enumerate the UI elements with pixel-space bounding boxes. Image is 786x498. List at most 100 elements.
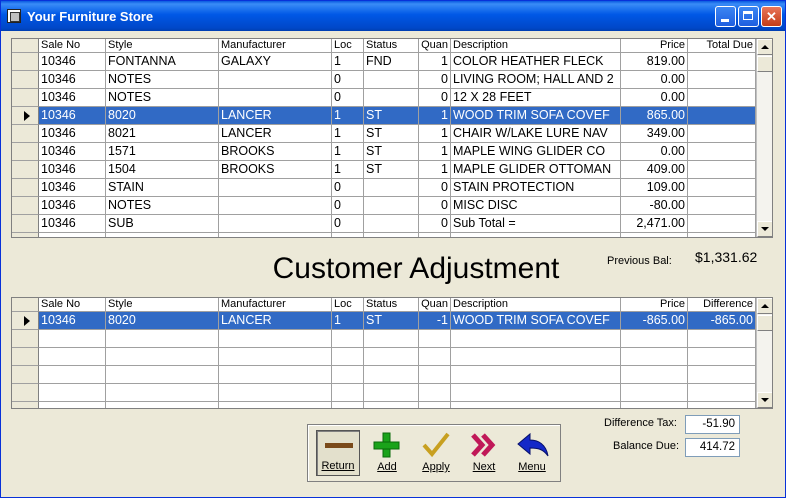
cell-style[interactable]: 8021 bbox=[106, 125, 219, 143]
cell-sale-no[interactable]: 10346 bbox=[39, 89, 106, 107]
cell-description[interactable]: MAPLE GLIDER OTTOMAN bbox=[451, 161, 621, 179]
column-header-description[interactable]: Description bbox=[451, 39, 621, 53]
cell-quan[interactable] bbox=[419, 384, 451, 402]
cell-loc[interactable]: 1 bbox=[332, 312, 364, 330]
column-header-status[interactable]: Status bbox=[364, 39, 419, 53]
cell-manufacturer[interactable] bbox=[219, 384, 332, 402]
cell-total-due[interactable] bbox=[688, 89, 756, 107]
cell-manufacturer[interactable] bbox=[219, 89, 332, 107]
cell-style[interactable]: SUB bbox=[106, 215, 219, 233]
cell-manufacturer[interactable] bbox=[219, 233, 332, 237]
cell-description[interactable]: MAPLE WING GLIDER CO bbox=[451, 143, 621, 161]
cell-status[interactable] bbox=[364, 215, 419, 233]
cell-price[interactable]: 819.00 bbox=[621, 53, 688, 71]
cell-manufacturer[interactable]: LANCER bbox=[219, 107, 332, 125]
cell-total-due[interactable] bbox=[688, 215, 756, 233]
cell-description[interactable] bbox=[451, 384, 621, 402]
cell-style[interactable]: NOTES bbox=[106, 89, 219, 107]
cell-description[interactable]: 12 X 28 FEET bbox=[451, 89, 621, 107]
cell-description[interactable] bbox=[451, 348, 621, 366]
cell-status[interactable]: ST bbox=[364, 143, 419, 161]
cell-status[interactable] bbox=[364, 366, 419, 384]
cell-style[interactable]: 8020 bbox=[106, 312, 219, 330]
scroll-up-button[interactable] bbox=[757, 298, 772, 314]
cell-sale-no[interactable]: 10346 bbox=[39, 143, 106, 161]
cell-status[interactable]: ST bbox=[364, 312, 419, 330]
cell-manufacturer[interactable] bbox=[219, 402, 332, 408]
cell-status[interactable] bbox=[364, 89, 419, 107]
scroll-down-button[interactable] bbox=[757, 221, 772, 237]
cell-status[interactable] bbox=[364, 384, 419, 402]
cell-loc[interactable]: 1 bbox=[332, 107, 364, 125]
cell-difference[interactable] bbox=[688, 348, 756, 366]
row-selector[interactable] bbox=[12, 53, 39, 71]
cell-price[interactable]: 0.00 bbox=[621, 71, 688, 89]
cell-price[interactable]: -80.00 bbox=[621, 197, 688, 215]
cell-quan[interactable]: 0 bbox=[419, 71, 451, 89]
cell-price[interactable]: 2,471.00 bbox=[621, 215, 688, 233]
column-header-status[interactable]: Status bbox=[364, 298, 419, 312]
cell-price[interactable]: 349.00 bbox=[621, 125, 688, 143]
column-header-loc[interactable]: Loc bbox=[332, 39, 364, 53]
cell-total-due[interactable] bbox=[688, 125, 756, 143]
cell-total-due[interactable] bbox=[688, 179, 756, 197]
row-selector[interactable] bbox=[12, 366, 39, 384]
cell-style[interactable] bbox=[106, 348, 219, 366]
cell-description[interactable] bbox=[451, 330, 621, 348]
cell-description[interactable] bbox=[451, 402, 621, 408]
sales-grid[interactable]: Sale No Style Manufacturer Loc Status Quan Des… bbox=[11, 38, 773, 238]
cell-sale-no[interactable]: 10346 bbox=[39, 179, 106, 197]
cell-quan[interactable] bbox=[419, 348, 451, 366]
cell-quan[interactable] bbox=[419, 330, 451, 348]
cell-description[interactable]: WOOD TRIM SOFA COVEF bbox=[451, 107, 621, 125]
cell-sale-no[interactable] bbox=[39, 366, 106, 384]
cell-style[interactable]: FONTANNA bbox=[106, 53, 219, 71]
column-header-manufacturer[interactable]: Manufacturer bbox=[219, 298, 332, 312]
column-header-loc[interactable]: Loc bbox=[332, 298, 364, 312]
cell-loc[interactable] bbox=[332, 348, 364, 366]
cell-style[interactable] bbox=[106, 330, 219, 348]
app-icon[interactable] bbox=[7, 9, 21, 23]
cell-loc[interactable]: 1 bbox=[332, 161, 364, 179]
column-header-quan[interactable]: Quan bbox=[419, 39, 451, 53]
column-header-price[interactable]: Price bbox=[621, 39, 688, 53]
cell-sale-no[interactable]: 10346 bbox=[39, 53, 106, 71]
cell-price[interactable]: -865.00 bbox=[621, 312, 688, 330]
close-button[interactable]: ✕ bbox=[761, 6, 782, 27]
row-selector[interactable] bbox=[12, 330, 39, 348]
cell-loc[interactable]: 1 bbox=[332, 53, 364, 71]
cell-style[interactable] bbox=[106, 384, 219, 402]
cell-loc[interactable]: 0 bbox=[332, 179, 364, 197]
scroll-up-button[interactable] bbox=[757, 39, 772, 55]
cell-status[interactable] bbox=[364, 330, 419, 348]
cell-manufacturer[interactable]: GALAXY bbox=[219, 53, 332, 71]
cell-sale-no[interactable] bbox=[39, 233, 106, 237]
cell-status[interactable]: ST bbox=[364, 107, 419, 125]
return-button[interactable]: Return bbox=[316, 430, 360, 476]
cell-status[interactable]: FND bbox=[364, 53, 419, 71]
cell-price[interactable] bbox=[621, 366, 688, 384]
cell-manufacturer[interactable]: LANCER bbox=[219, 312, 332, 330]
cell-quan[interactable]: 0 bbox=[419, 197, 451, 215]
cell-style[interactable]: 1571 bbox=[106, 143, 219, 161]
cell-status[interactable] bbox=[364, 233, 419, 237]
adjustment-grid[interactable]: Sale No Style Manufacturer Loc Status Quan Des… bbox=[11, 297, 773, 409]
add-button[interactable]: Add bbox=[365, 430, 409, 476]
row-selector[interactable] bbox=[12, 107, 39, 125]
cell-description[interactable]: MISC DISC bbox=[451, 197, 621, 215]
cell-sale-no[interactable]: 10346 bbox=[39, 161, 106, 179]
cell-sale-no[interactable]: 10346 bbox=[39, 125, 106, 143]
cell-description[interactable]: COLOR HEATHER FLECK bbox=[451, 53, 621, 71]
cell-style[interactable]: 8020 bbox=[106, 107, 219, 125]
cell-total-due[interactable] bbox=[688, 71, 756, 89]
column-header-quan[interactable]: Quan bbox=[419, 298, 451, 312]
row-selector[interactable] bbox=[12, 384, 39, 402]
cell-sale-no[interactable] bbox=[39, 402, 106, 408]
row-selector[interactable] bbox=[12, 215, 39, 233]
cell-description[interactable] bbox=[451, 233, 621, 237]
cell-total-due[interactable] bbox=[688, 197, 756, 215]
cell-status[interactable] bbox=[364, 179, 419, 197]
cell-total-due[interactable] bbox=[688, 233, 756, 237]
row-selector[interactable] bbox=[12, 348, 39, 366]
apply-button[interactable]: Apply bbox=[414, 430, 458, 476]
